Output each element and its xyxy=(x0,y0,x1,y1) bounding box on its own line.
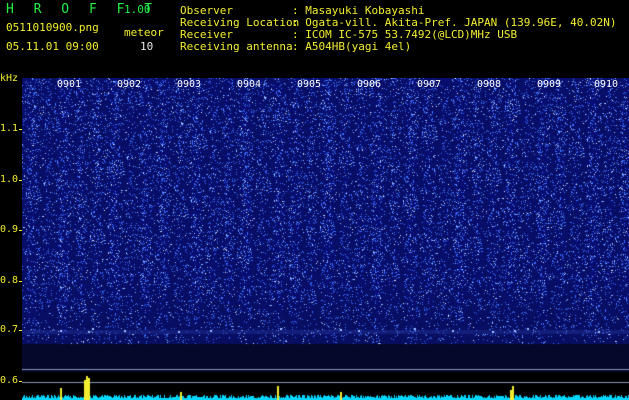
y-tick-label: 1.0 xyxy=(0,174,19,185)
observer-value: : Masayuki Kobayashi xyxy=(292,4,425,17)
receiver-value: : ICOM IC-575 53.7492(@LCD)MHz USB xyxy=(292,28,518,41)
y-tick-mark xyxy=(19,330,22,331)
x-tick-label: 0908 xyxy=(477,79,502,90)
y-tick-mark xyxy=(19,129,22,130)
x-tick-label: 0906 xyxy=(357,79,382,90)
y-tick-label: 0.7 xyxy=(0,324,19,335)
y-tick-mark xyxy=(19,281,22,282)
antenna-value: : A504HB(yagi 4el) xyxy=(292,40,412,53)
y-tick-label: 0.9 xyxy=(0,224,19,235)
y-tick-label: 0.8 xyxy=(0,275,19,286)
x-tick-label: 0904 xyxy=(237,79,262,90)
x-tick-label: 0910 xyxy=(594,79,619,90)
receiver-label: Receiver xyxy=(180,28,233,41)
location-label: Receiving Location xyxy=(180,16,300,29)
spectrogram-canvas xyxy=(22,78,629,400)
meteor-label: meteor xyxy=(124,26,164,39)
x-tick-label: 0901 xyxy=(57,79,82,90)
header-panel: H R O F F T 1.00 0511010900.png meteor 0… xyxy=(0,0,629,76)
y-axis-unit: kHz xyxy=(0,73,19,84)
y-tick-mark xyxy=(19,230,22,231)
y-tick-mark xyxy=(19,381,22,382)
y-tick-label: 1.1 xyxy=(0,123,19,134)
file-name: 0511010900.png xyxy=(6,21,99,34)
y-tick-mark xyxy=(19,180,22,181)
x-tick-label: 0905 xyxy=(297,79,322,90)
y-tick-label: 0.6 xyxy=(0,375,19,386)
meteor-count: 10 xyxy=(140,40,154,53)
observer-label: Observer xyxy=(180,4,233,17)
app-version: 1.00 xyxy=(124,3,151,16)
x-tick-label: 0907 xyxy=(417,79,442,90)
x-tick-label: 0902 xyxy=(117,79,142,90)
date-time: 05.11.01 09:00 xyxy=(6,40,99,53)
x-tick-label: 0903 xyxy=(177,79,202,90)
location-value: : Ogata-vill. Akita-Pref. JAPAN (139.96E… xyxy=(292,16,617,29)
antenna-label: Receiving antenna xyxy=(180,40,293,53)
x-tick-label: 0909 xyxy=(537,79,562,90)
